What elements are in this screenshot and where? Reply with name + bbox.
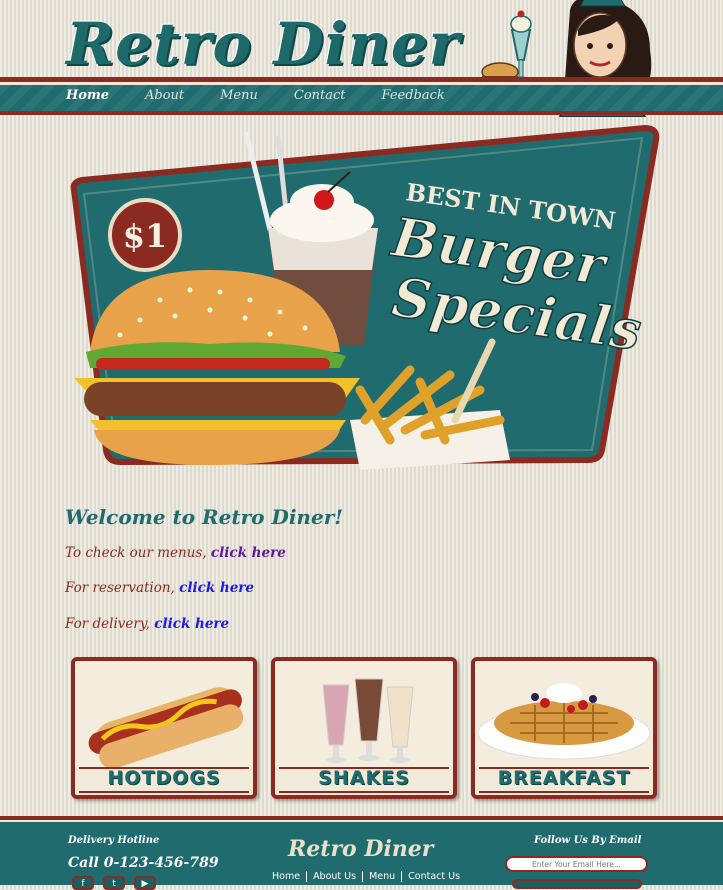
youtube-icon[interactable]: ▶ [134,876,156,890]
facebook-icon[interactable]: f [72,876,94,890]
footer-link-about[interactable]: About Us [307,871,364,882]
price-badge: $1 [123,217,168,255]
nav-about[interactable]: About [145,88,184,103]
subscribe-button[interactable] [512,879,642,889]
reservation-line: For reservation, click here [65,580,254,596]
reservation-link[interactable]: click here [179,580,254,596]
nav-home[interactable]: Home [66,88,109,103]
footer-link-home[interactable]: Home [266,871,308,882]
reservation-text: For reservation, [65,580,175,596]
burger-specials-banner[interactable]: $1 BEST IN TOWN Burger Specials [60,120,670,490]
menus-link[interactable]: click here [211,545,286,561]
delivery-hotline-label: Delivery Hotline [68,835,160,846]
tile-divider [279,791,449,793]
welcome-heading: Welcome to Retro Diner! [65,505,344,529]
tile-caption: HOTDOGS [107,767,221,789]
email-input[interactable] [505,856,648,872]
delivery-line: For delivery, click here [65,616,229,632]
header-divider-bottom [0,111,723,115]
main-nav: Home About Menu Contact Feedback [66,88,481,103]
tile-hotdogs[interactable]: HOTDOGS [71,657,257,799]
nav-contact[interactable]: Contact [294,88,346,103]
tile-divider [479,791,649,793]
nav-feedback[interactable]: Feedback [382,88,445,103]
tile-shakes[interactable]: SHAKES [271,657,457,799]
tile-caption: BREAKFAST [497,767,631,789]
twitter-icon[interactable]: t [103,876,125,890]
footer-link-contact[interactable]: Contact Us [402,871,466,882]
site-logo[interactable]: Retro Diner [66,10,460,78]
menus-text: To check our menus, [65,545,207,561]
footer-link-menu[interactable]: Menu [363,871,403,882]
tile-divider [79,791,249,793]
nav-menu[interactable]: Menu [220,88,258,103]
menus-line: To check our menus, click here [65,545,286,561]
hotline-phone[interactable]: Call 0-123-456-789 [68,855,219,871]
footer-links: Home About Us Menu Contact Us [266,871,466,882]
footer-logo[interactable]: Retro Diner [288,836,433,862]
tile-breakfast[interactable]: BREAKFAST [471,657,657,799]
waffle-image [475,661,653,767]
follow-email-label: Follow Us By Email [534,835,642,846]
delivery-link[interactable]: click here [154,616,229,632]
hotdog-image [75,661,253,767]
delivery-text: For delivery, [65,616,150,632]
tile-caption: SHAKES [318,767,410,789]
shakes-image [275,661,453,767]
